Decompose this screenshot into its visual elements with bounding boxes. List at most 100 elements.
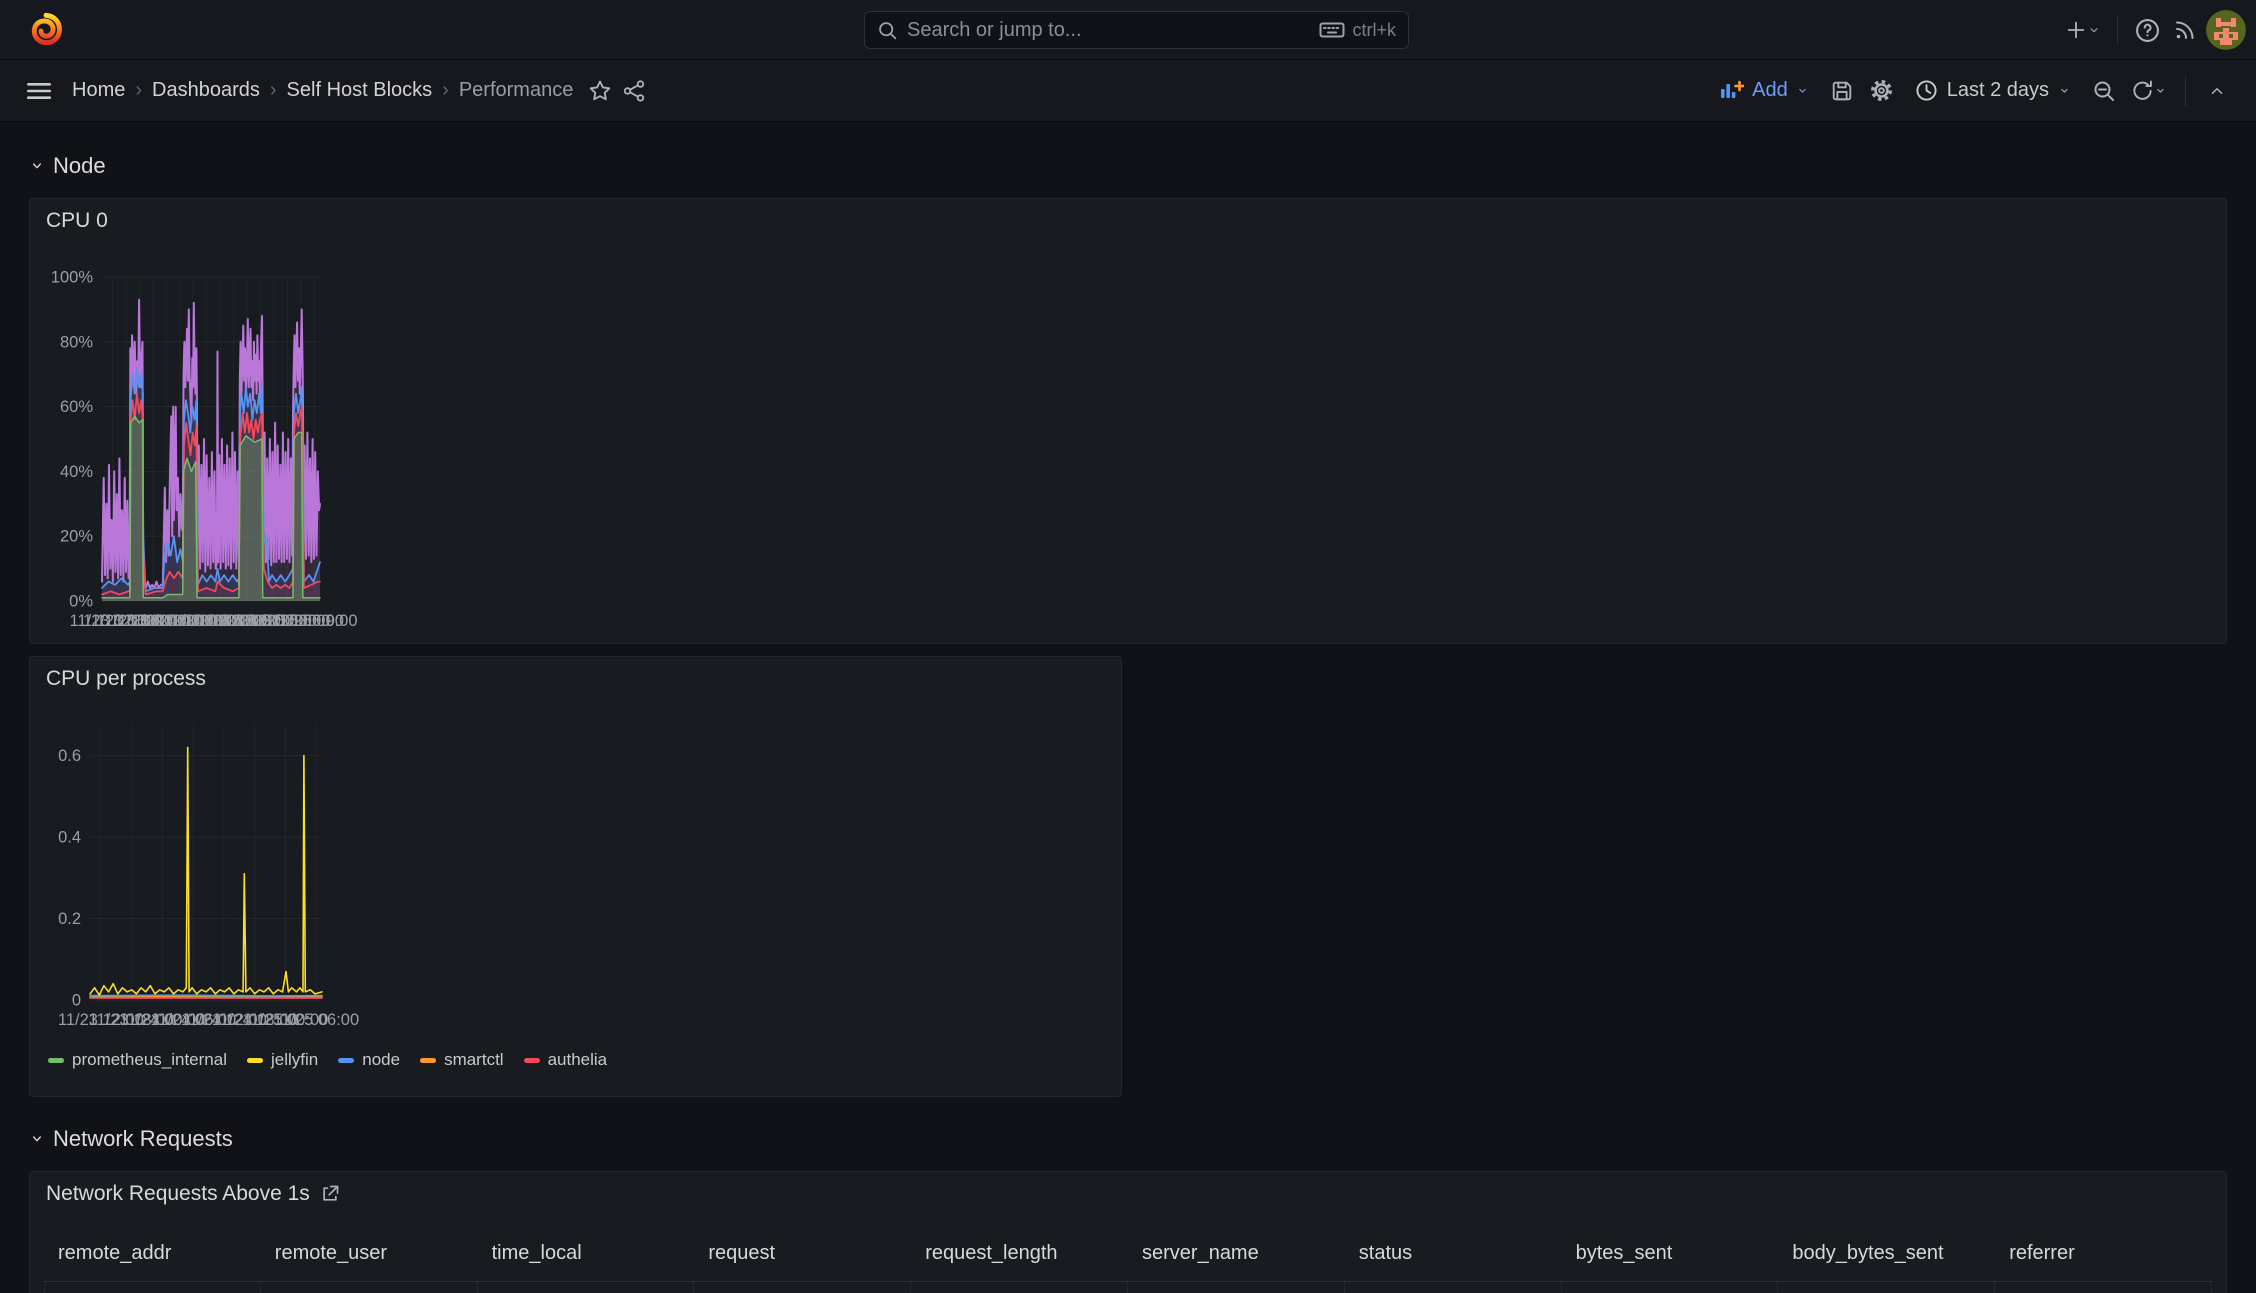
divider (2185, 75, 2186, 106)
legend-color-swatch (48, 1057, 64, 1063)
panel-table-title[interactable]: Network Requests Above 1s (46, 1182, 340, 1206)
legend-color-swatch (246, 1057, 263, 1063)
breadcrumb: Home › Dashboards › Self Host Blocks › Perform… (72, 79, 573, 102)
table-cell: 1071 (911, 1282, 1128, 1293)
grafana-logo[interactable] (28, 12, 64, 48)
avatar-pixel-art (2206, 10, 2246, 50)
legend-color-swatch (523, 1057, 540, 1063)
column-header-remote_addr[interactable]: remote_addr (44, 1228, 261, 1281)
network-requests-table: remote_addr remote_user time_local request r… (44, 1228, 2212, 1293)
chevron-down-icon (2157, 88, 2164, 93)
dashboard-settings-button[interactable] (1865, 71, 1899, 111)
svg-text:11/25 06:00: 11/25 06:00 (273, 1011, 359, 1029)
legend-item-smartctl[interactable]: smartctl (420, 1050, 504, 1070)
add-label: Add (1752, 79, 1788, 101)
legend-label: jellyfin (270, 1050, 319, 1069)
svg-text:80%: 80% (60, 333, 93, 351)
cpu-per-process-chart[interactable]: 00.20.40.611/23 12:0011/23 18:0011/24 00… (38, 701, 359, 1034)
search-placeholder: Search or jump to... (907, 18, 1082, 41)
gear-icon (1871, 80, 1893, 101)
legend-color-swatch (420, 1057, 437, 1063)
svg-text:0%: 0% (69, 593, 93, 611)
chevron-down-icon (1798, 88, 1806, 93)
panel-network-requests-table: Network Requests Above 1s remote_addr rem… (29, 1171, 2227, 1293)
row-network-requests[interactable]: Network Requests (29, 1119, 2227, 1159)
help-icon (2135, 18, 2159, 42)
table-body: 192.168.50.104 24/Nov/2023 00:0GET /media… (44, 1282, 2212, 1293)
save-dashboard-button[interactable] (1825, 71, 1859, 111)
column-header-remote_user[interactable]: remote_user (261, 1228, 478, 1281)
column-header-referrer[interactable]: referrer (1995, 1228, 2212, 1281)
column-header-time_local[interactable]: time_local (478, 1228, 695, 1281)
dashboard-toolbar: Home › Dashboards › Self Host Blocks › Perform… (0, 60, 2256, 122)
table-cell (261, 1282, 478, 1293)
table-cell: 1008 (1562, 1282, 1779, 1293)
panel-cpu0-title[interactable]: CPU 0 (46, 209, 108, 233)
breadcrumb-item-self-host-blocks[interactable]: Self Host Blocks (287, 79, 433, 102)
favorite-button[interactable] (583, 71, 617, 111)
chart-legend: prometheus_internal jellyfin node smartctl a… (48, 1050, 607, 1070)
share-button[interactable] (617, 71, 651, 111)
svg-text:40%: 40% (60, 463, 93, 481)
cpu0-chart[interactable]: 0%20%40%60%80%100%11/23 12:0011/23 15:00… (38, 245, 358, 639)
breadcrumb-item-dashboards[interactable]: Dashboards (152, 79, 260, 102)
svg-text:0.4: 0.4 (58, 829, 81, 847)
search-icon (879, 21, 897, 39)
column-header-request_length[interactable]: request_length (911, 1228, 1128, 1281)
new-menu-button[interactable] (2061, 10, 2105, 50)
toolbar-actions: Add Last 2 days (1710, 71, 2234, 111)
user-avatar[interactable] (2206, 10, 2246, 50)
table-header-row: remote_addr remote_user time_local request r… (44, 1228, 2212, 1282)
legend-item-authelia[interactable]: authelia (523, 1050, 607, 1070)
svg-text:0: 0 (72, 992, 81, 1010)
chevron-down-icon (2061, 88, 2068, 93)
legend-color-swatch (338, 1057, 355, 1063)
column-header-status[interactable]: status (1345, 1228, 1562, 1281)
breadcrumb-item-home[interactable]: Home (72, 79, 125, 102)
column-header-request[interactable]: request (694, 1228, 911, 1281)
table-cell: 471 (1778, 1282, 1996, 1293)
time-range-picker[interactable]: Last 2 days (1905, 73, 2081, 108)
add-panel-icon (1721, 80, 1745, 98)
svg-text:100%: 100% (51, 269, 94, 287)
svg-text:11/25 09:00: 11/25 09:00 (272, 612, 358, 630)
legend-item-prometheus_internal[interactable]: prometheus_internal (48, 1050, 227, 1070)
zoom-out-button[interactable] (2087, 71, 2121, 111)
breadcrumb-item-performance: Performance (458, 79, 574, 101)
help-button[interactable] (2130, 10, 2164, 50)
panel-cpu-per-process-title[interactable]: CPU per process (46, 667, 206, 691)
clock-icon (1916, 80, 1937, 101)
top-navigation-bar: Search or jump to... ctrl+k (0, 0, 2256, 60)
refresh-button[interactable] (2127, 71, 2171, 111)
row-node-title: Node (53, 153, 106, 178)
mega-menu-button[interactable] (22, 71, 56, 111)
dashboard-canvas: Node CPU 0 0% 20% 40% 60% 80% 100% 11/23 12:00… (0, 146, 2256, 1293)
panel-cpu-per-process: CPU per process 0 0.2 0.4 0.6 11/23 12:00 11/… (29, 656, 1122, 1097)
star-icon (590, 80, 611, 100)
panel-cpu0: CPU 0 0% 20% 40% 60% 80% 100% 11/23 12:00 11/23… (29, 198, 2227, 644)
svg-text:0.2: 0.2 (58, 910, 81, 928)
time-range-label: Last 2 days (1946, 79, 2049, 101)
hamburger-icon (27, 82, 51, 99)
legend-label: prometheus_internal (72, 1050, 227, 1069)
row-node[interactable]: Node (29, 146, 2227, 186)
chevron-down-icon (33, 1136, 41, 1142)
search-input[interactable]: Search or jump to... ctrl+k (864, 11, 1409, 49)
column-header-body_bytes_sent[interactable]: body_bytes_sent (1778, 1228, 1995, 1281)
collapse-toolbar-button[interactable] (2200, 71, 2234, 111)
share-icon (624, 79, 645, 102)
search-shortcut: ctrl+k (1319, 20, 1396, 41)
divider (2117, 15, 2118, 45)
chevron-down-icon (33, 163, 41, 169)
external-link-icon[interactable] (320, 1184, 340, 1204)
legend-item-jellyfin[interactable]: jellyfin (246, 1050, 319, 1070)
column-header-bytes_sent[interactable]: bytes_sent (1562, 1228, 1779, 1281)
plus-icon (2067, 21, 2085, 39)
table-row: 192.168.50.104 24/Nov/2023 00:0GET /media… (44, 1282, 2212, 1293)
svg-text:0.6: 0.6 (58, 747, 81, 765)
news-button[interactable] (2168, 10, 2202, 50)
add-panel-button[interactable]: Add (1710, 73, 1819, 108)
legend-item-node[interactable]: node (338, 1050, 400, 1070)
legend-label: node (362, 1050, 401, 1069)
column-header-server_name[interactable]: server_name (1128, 1228, 1345, 1281)
